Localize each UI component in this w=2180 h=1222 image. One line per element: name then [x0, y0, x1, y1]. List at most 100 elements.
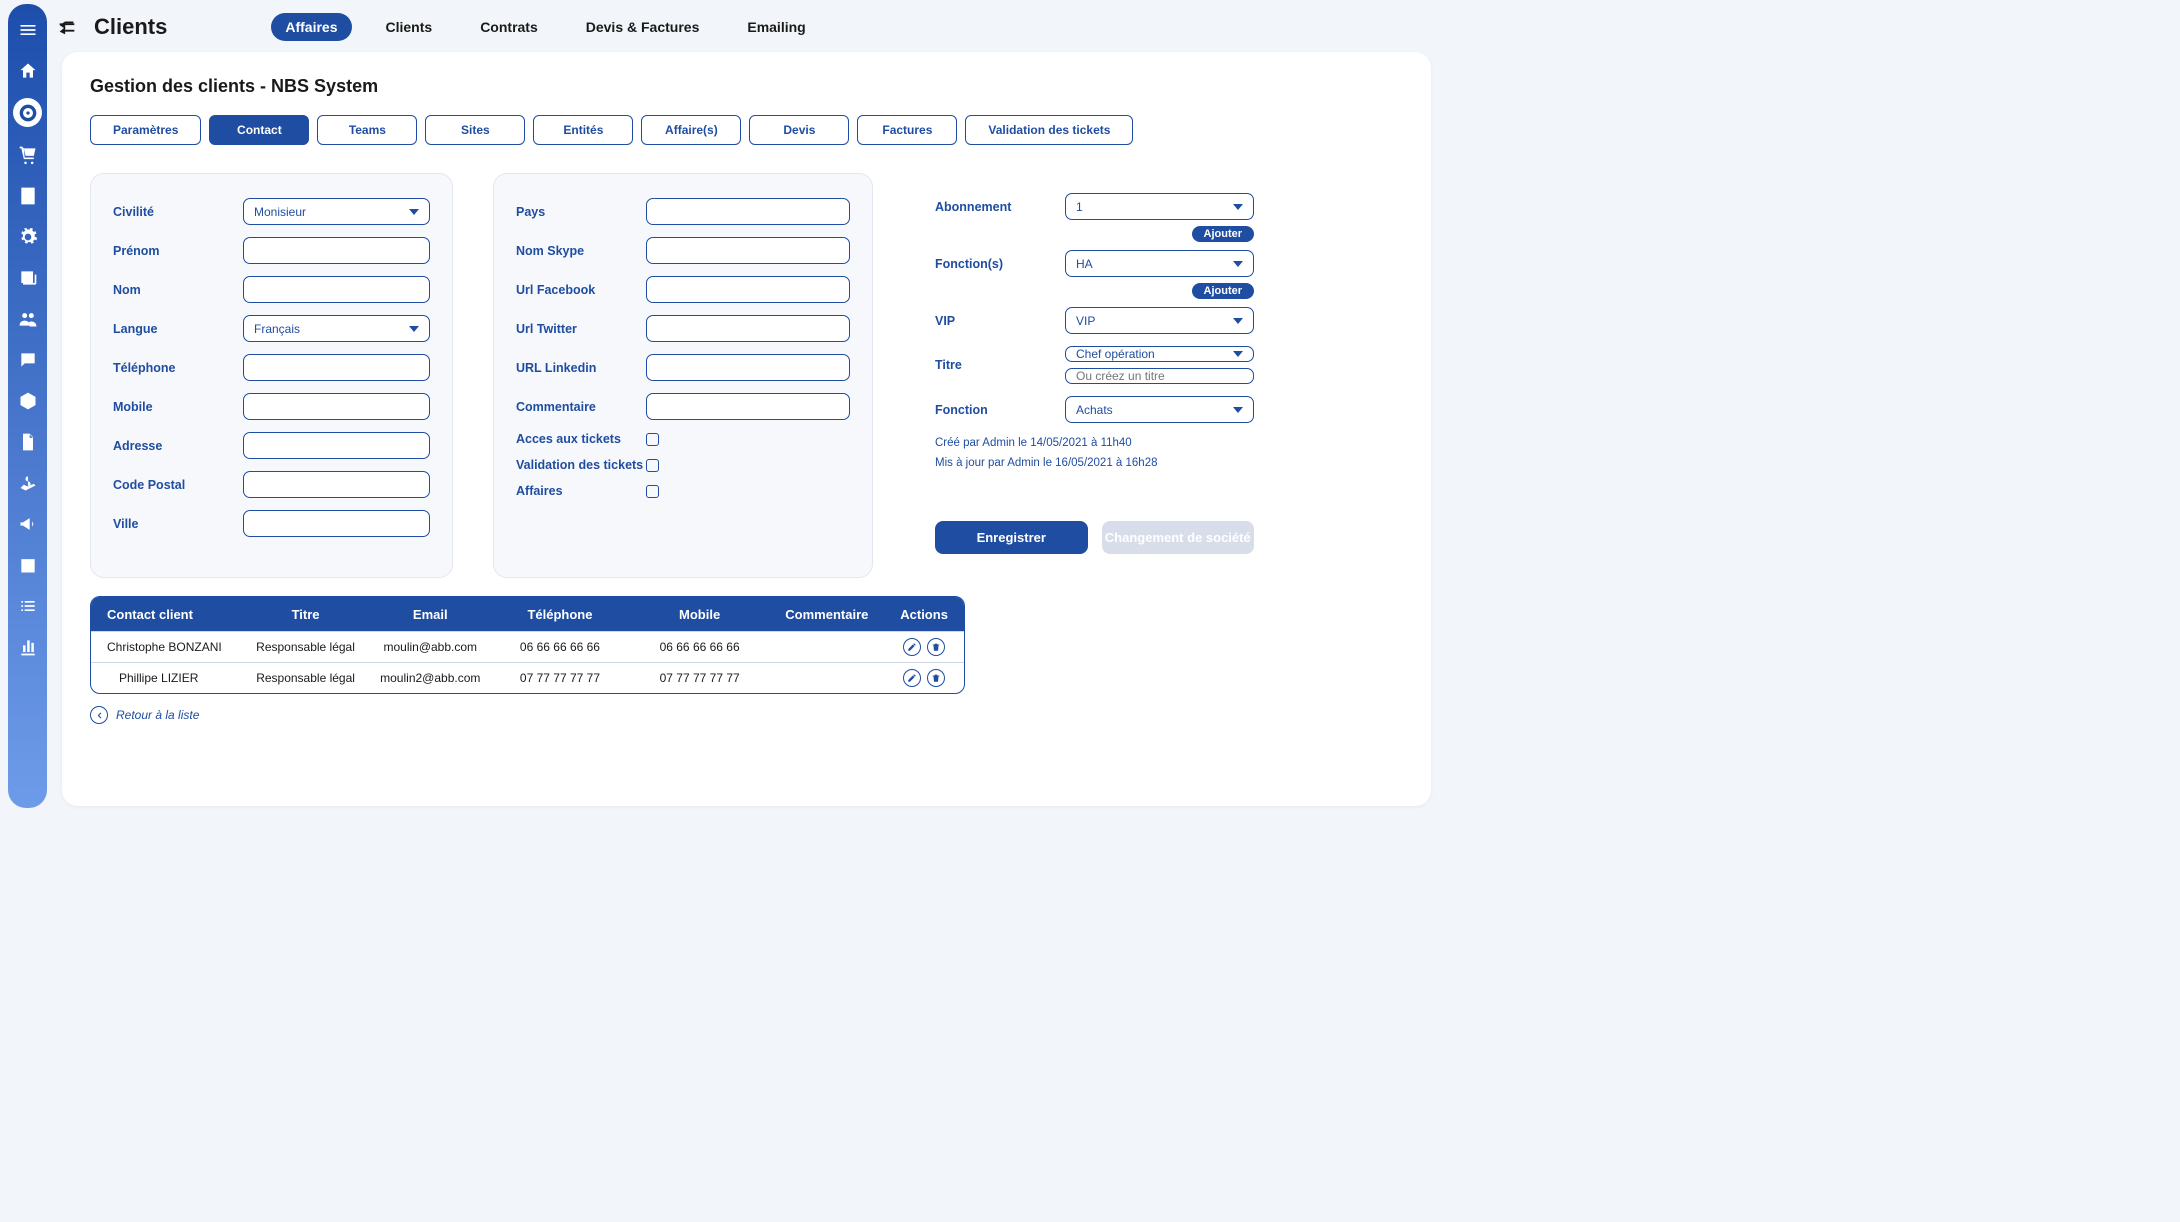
- select-civilite[interactable]: Monisieur: [243, 198, 430, 225]
- label-nom: Nom: [113, 283, 243, 297]
- label-telephone: Téléphone: [113, 361, 243, 375]
- select-vip[interactable]: VIP: [1065, 307, 1254, 334]
- chevron-down-icon: [1233, 261, 1243, 267]
- select-abonnement[interactable]: 1: [1065, 193, 1254, 220]
- hamburger-icon[interactable]: [14, 16, 41, 43]
- label-langue: Langue: [113, 322, 243, 336]
- tab-teams[interactable]: Teams: [317, 115, 417, 145]
- newspaper-icon[interactable]: [14, 264, 41, 291]
- label-skype: Nom Skype: [516, 244, 646, 258]
- tab-affaires[interactable]: Affaire(s): [641, 115, 741, 145]
- add-abonnement-button[interactable]: Ajouter: [1192, 226, 1255, 242]
- tab-devis[interactable]: Devis: [749, 115, 849, 145]
- input-skype[interactable]: [646, 237, 850, 264]
- input-adresse[interactable]: [243, 432, 430, 459]
- tab-parametres[interactable]: Paramètres: [90, 115, 201, 145]
- gear-icon[interactable]: [14, 223, 41, 250]
- users-icon[interactable]: [14, 305, 41, 332]
- meta-updated: Mis à jour par Admin le 16/05/2021 à 16h…: [935, 455, 1254, 471]
- delete-button[interactable]: [927, 638, 945, 656]
- edit-button[interactable]: [903, 669, 921, 687]
- input-telephone[interactable]: [243, 354, 430, 381]
- th-titre: Titre: [241, 607, 371, 622]
- save-button[interactable]: Enregistrer: [935, 521, 1088, 554]
- page-title: Clients: [94, 14, 167, 40]
- input-mobile[interactable]: [243, 393, 430, 420]
- table-row: Phillipe LIZIER Responsable légal moulin…: [91, 662, 964, 693]
- chevron-down-icon: [1233, 204, 1243, 210]
- comment-icon[interactable]: [14, 346, 41, 373]
- topnav-affaires[interactable]: Affaires: [271, 13, 351, 41]
- label-titre: Titre: [935, 358, 1065, 372]
- input-pays[interactable]: [646, 198, 850, 225]
- tab-factures[interactable]: Factures: [857, 115, 957, 145]
- checkbox-affaires[interactable]: [646, 485, 659, 498]
- input-ville[interactable]: [243, 510, 430, 537]
- meta-created: Créé par Admin le 14/05/2021 à 11h40: [935, 435, 1254, 451]
- file-icon[interactable]: [14, 428, 41, 455]
- sidebar: [8, 4, 47, 808]
- chart-icon[interactable]: [14, 633, 41, 660]
- back-icon[interactable]: [56, 16, 78, 38]
- label-validationtickets: Validation des tickets: [516, 458, 646, 472]
- topnav-emailing[interactable]: Emailing: [733, 13, 819, 41]
- label-fonctions: Fonction(s): [935, 257, 1065, 271]
- input-prenom[interactable]: [243, 237, 430, 264]
- topnav-devis-factures[interactable]: Devis & Factures: [572, 13, 714, 41]
- package-icon[interactable]: [14, 387, 41, 414]
- input-linkedin[interactable]: [646, 354, 850, 381]
- panel-contact-left: Civilité Monisieur Prénom Nom Langue Fra…: [90, 173, 453, 578]
- th-tel: Téléphone: [490, 607, 630, 622]
- label-linkedin: URL Linkedin: [516, 361, 646, 375]
- table-row: Christophe BONZANI Responsable légal mou…: [91, 631, 964, 662]
- topnav-contrats[interactable]: Contrats: [466, 13, 552, 41]
- select-langue[interactable]: Français: [243, 315, 430, 342]
- select-fonction[interactable]: Achats: [1065, 396, 1254, 423]
- panel-contact-right: Abonnement 1 Ajouter Fonction(s) HA Ajou…: [913, 173, 1276, 578]
- tab-entites[interactable]: Entités: [533, 115, 633, 145]
- hand-dollar-icon[interactable]: [14, 469, 41, 496]
- checkbox-accestickets[interactable]: [646, 433, 659, 446]
- topbar: Clients Affaires Clients Contrats Devis …: [56, 8, 1435, 46]
- chevron-left-icon: [90, 706, 108, 724]
- chevron-down-icon: [1233, 351, 1243, 357]
- label-twitter: Url Twitter: [516, 322, 646, 336]
- label-mobile: Mobile: [113, 400, 243, 414]
- th-actions: Actions: [884, 607, 964, 622]
- input-twitter[interactable]: [646, 315, 850, 342]
- calendar-icon[interactable]: [14, 551, 41, 578]
- select-titre[interactable]: Chef opération: [1065, 346, 1254, 362]
- chevron-down-icon: [1233, 407, 1243, 413]
- megaphone-icon[interactable]: [14, 510, 41, 537]
- th-mobile: Mobile: [630, 607, 770, 622]
- tab-contact[interactable]: Contact: [209, 115, 309, 145]
- label-prenom: Prénom: [113, 244, 243, 258]
- change-company-button: Changement de société: [1102, 521, 1255, 554]
- panel-contact-mid: Pays Nom Skype Url Facebook Url Twitter …: [493, 173, 873, 578]
- topnav-clients[interactable]: Clients: [372, 13, 447, 41]
- add-fonctions-button[interactable]: Ajouter: [1192, 283, 1255, 299]
- input-commentaire[interactable]: [646, 393, 850, 420]
- cart-icon[interactable]: [14, 141, 41, 168]
- target-icon[interactable]: [13, 98, 42, 127]
- input-titre-custom[interactable]: [1065, 368, 1254, 384]
- tab-validation[interactable]: Validation des tickets: [965, 115, 1133, 145]
- tab-sites[interactable]: Sites: [425, 115, 525, 145]
- label-affaires: Affaires: [516, 484, 646, 498]
- list-icon[interactable]: [14, 592, 41, 619]
- checkbox-validationtickets[interactable]: [646, 459, 659, 472]
- building-icon[interactable]: [14, 182, 41, 209]
- input-nom[interactable]: [243, 276, 430, 303]
- select-fonctions[interactable]: HA: [1065, 250, 1254, 277]
- edit-button[interactable]: [903, 638, 921, 656]
- input-facebook[interactable]: [646, 276, 850, 303]
- back-to-list-link[interactable]: Retour à la liste: [90, 706, 1403, 724]
- label-pays: Pays: [516, 205, 646, 219]
- input-codepostal[interactable]: [243, 471, 430, 498]
- home-icon[interactable]: [14, 57, 41, 84]
- chevron-down-icon: [1233, 318, 1243, 324]
- chevron-down-icon: [409, 209, 419, 215]
- th-comm: Commentaire: [769, 607, 884, 622]
- delete-button[interactable]: [927, 669, 945, 687]
- label-commentaire: Commentaire: [516, 400, 646, 414]
